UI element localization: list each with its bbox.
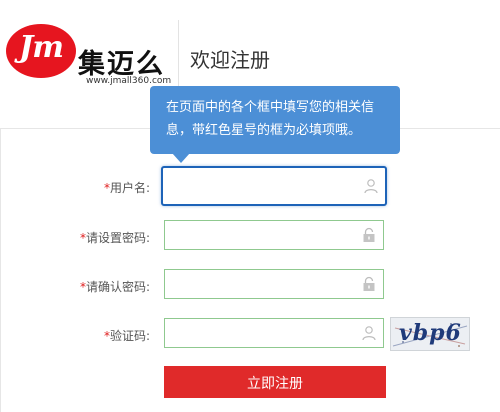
password-label: *请设置密码: <box>79 231 150 245</box>
captcha-input[interactable] <box>171 323 355 345</box>
logo-badge-text: Jm <box>19 30 64 65</box>
confirm-password-field[interactable] <box>164 269 384 299</box>
register-button[interactable]: 立即注册 <box>164 366 386 398</box>
username-label: *用户名: <box>103 181 150 195</box>
user-icon <box>364 179 378 194</box>
captcha-label: *验证码: <box>103 329 150 343</box>
lock-icon <box>363 276 375 291</box>
password-field[interactable] <box>164 220 384 250</box>
help-tooltip: 在页面中的各个框中填写您的相关信息，带红色星号的框为必填项哦。 <box>150 86 400 154</box>
user-icon <box>362 326 376 341</box>
username-input[interactable] <box>169 172 353 194</box>
username-field[interactable] <box>161 166 387 206</box>
lock-icon <box>363 227 375 242</box>
password-input[interactable] <box>171 225 355 247</box>
logo-badge: Jm <box>6 24 76 78</box>
tooltip-text: 在页面中的各个框中填写您的相关信息，带红色星号的框为必填项哦。 <box>166 100 375 138</box>
captcha-field[interactable] <box>164 318 384 348</box>
captcha-image[interactable]: vbp6 <box>390 317 470 351</box>
confirm-password-label: *请确认密码: <box>79 280 150 294</box>
logo[interactable]: Jm 集迈么 www.jmall360.com <box>6 24 171 90</box>
tooltip-arrow <box>172 153 190 163</box>
logo-url: www.jmall360.com <box>86 76 172 86</box>
captcha-text: vbp6 <box>399 320 462 346</box>
confirm-password-input[interactable] <box>171 274 355 296</box>
page-title: 欢迎注册 <box>190 48 270 72</box>
form-left-border <box>0 128 1 412</box>
